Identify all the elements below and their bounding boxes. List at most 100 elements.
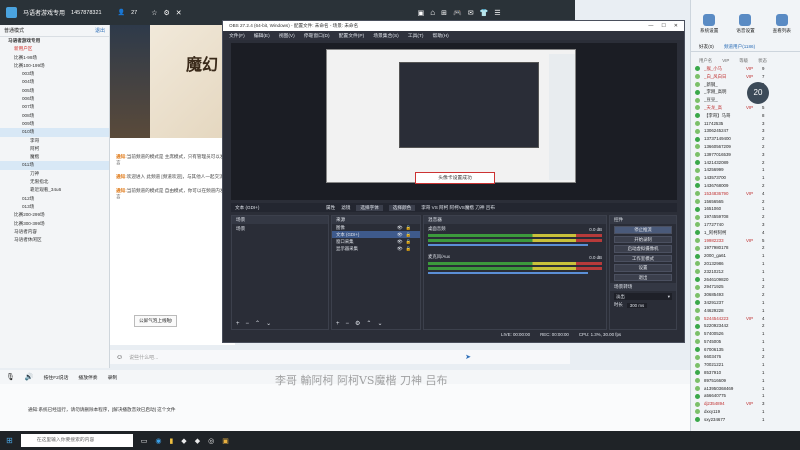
add-scene-icon[interactable]: + (236, 321, 240, 327)
panel-tab[interactable]: 频道用户(1186) (724, 44, 755, 50)
channel-item[interactable]: 李哥 (0, 137, 109, 145)
eye-icon[interactable]: 👁 (397, 246, 403, 252)
user-row[interactable]: 6603476 2 (691, 353, 800, 361)
obs-menu-item[interactable]: 文件(F) (229, 32, 245, 39)
channel-item[interactable]: 010场 (0, 128, 109, 137)
source-down-icon[interactable]: ⌄ (377, 320, 382, 327)
user-row[interactable]: 1534836790 VIP 4 (691, 190, 800, 198)
channel-item[interactable]: 阿柯 (0, 145, 109, 153)
user-row[interactable]: 1306245247 3 (691, 127, 800, 135)
user-row[interactable]: 11742535 3 (691, 120, 800, 128)
user-row[interactable]: 15656565 2 (691, 198, 800, 206)
channel-item[interactable]: 马语者内容 (0, 228, 109, 236)
star-icon[interactable]: ☆ (151, 9, 157, 17)
channel-item[interactable]: 比赛1-99场 (0, 54, 109, 62)
user-row[interactable]: _豆豆_4 (691, 96, 800, 104)
channel-item[interactable]: 003场 (0, 70, 109, 78)
window-menu-icon[interactable]: ☰ (494, 9, 500, 17)
obs-maximize-icon[interactable]: ☐ (661, 23, 665, 29)
user-row[interactable]: 13977016539 3 (691, 151, 800, 159)
user-row[interactable]: 1974559708 2 (691, 213, 800, 221)
user-row[interactable]: 8537910 1 (691, 369, 800, 377)
home-icon[interactable]: ⌂ (430, 8, 435, 17)
channel-item[interactable]: 新用户区 (0, 45, 109, 53)
channel-item[interactable]: 靠近观看_34u6 (0, 186, 109, 194)
shirt-icon[interactable]: 👕 (480, 9, 489, 17)
user-row[interactable]: a13950368469 1 (691, 385, 800, 393)
app2-icon[interactable]: ◆ (195, 437, 200, 445)
channel-item[interactable]: 006场 (0, 95, 109, 103)
transition-select[interactable]: 淡出 ▾ (614, 293, 672, 300)
media-icon[interactable]: ▣ (418, 9, 425, 17)
user-row[interactable]: a56640775 1 (691, 392, 800, 400)
user-row[interactable]: dxxy119 1 (691, 408, 800, 416)
user-row[interactable]: 143573700 1 (691, 174, 800, 182)
user-row[interactable]: 19982233 VIP 5 (691, 237, 800, 245)
obs-menu-item[interactable]: 视图(V) (279, 32, 295, 39)
source-item[interactable]: 图像 👁 🔒 (332, 224, 420, 231)
user-row[interactable]: 20132986 1 (691, 260, 800, 268)
mode-tab[interactable]: 普通模式 (4, 27, 24, 34)
send-icon[interactable]: ➤ (465, 353, 471, 361)
channel-item[interactable]: 比赛200-299场 (0, 211, 109, 219)
user-row[interactable]: 2000_ga61 1 (691, 252, 800, 260)
speaker-icon[interactable]: 🔊 (25, 373, 34, 381)
user-row[interactable]: 14256999 1 (691, 166, 800, 174)
channel-item[interactable]: 009场 (0, 120, 109, 128)
user-row[interactable]: 57400526 1 (691, 330, 800, 338)
user-row[interactable]: 13737149400 2 (691, 135, 800, 143)
channel-item[interactable]: 008场 (0, 112, 109, 120)
user-row[interactable]: 23210212 1 (691, 268, 800, 276)
windows-start-icon[interactable]: ⊞ (6, 436, 13, 445)
gamepad-icon[interactable]: 🎮 (453, 9, 462, 17)
obs-menu-item[interactable]: 工具(T) (408, 32, 424, 39)
channel-item[interactable]: 马语者游戏专用 (0, 37, 109, 45)
control-button[interactable]: 设置 (614, 264, 672, 272)
remove-scene-icon[interactable]: − (246, 321, 250, 327)
panel-button[interactable]: 语音设置 (736, 14, 755, 34)
volume-slider[interactable] (428, 244, 589, 246)
user-row[interactable]: 1_阿柯阿柯 4 (691, 229, 800, 237)
move-up-icon[interactable]: ⌃ (255, 320, 260, 327)
edge-icon[interactable]: ◉ (155, 437, 161, 445)
task-view-icon[interactable]: ▭ (141, 437, 148, 445)
user-row[interactable]: _猴_小马 VIP 9 (691, 65, 800, 73)
user-row[interactable]: _新钢_5 (691, 81, 800, 89)
exit-link[interactable]: 退出 (95, 27, 105, 34)
channel-item[interactable]: 比赛100-199场 (0, 62, 109, 70)
scene-item[interactable]: 场景 (232, 224, 328, 234)
source-item[interactable]: 文本 (GDI+) 👁 🔒 (332, 231, 420, 238)
obs-menu-item[interactable]: 帮助(H) (433, 32, 449, 39)
move-down-icon[interactable]: ⌄ (266, 320, 271, 327)
source-up-icon[interactable]: ⌃ (366, 320, 371, 327)
user-row[interactable]: 44629228 1 (691, 307, 800, 315)
lock-icon[interactable]: 🔒 (406, 225, 411, 231)
user-row[interactable]: sxy234677 1 (691, 416, 800, 424)
close-icon[interactable]: ✕ (176, 9, 182, 17)
source-settings-icon[interactable]: ⚙ (355, 320, 360, 327)
mail-icon[interactable]: ✉ (468, 9, 474, 17)
user-row[interactable]: 1421432089 2 (691, 159, 800, 167)
control-button[interactable]: 开始录制 (614, 235, 672, 243)
folder-icon[interactable]: ▮ (169, 437, 173, 445)
app3-icon[interactable]: ▣ (222, 437, 229, 445)
panel-tab[interactable]: 好友(0) (699, 44, 714, 50)
source-item[interactable]: 显示器采集 👁 🔒 (332, 245, 420, 252)
control-button[interactable]: 退出 (614, 273, 672, 281)
source-item[interactable]: 窗口采集 👁 🔒 (332, 238, 420, 245)
control-button[interactable]: 停止推流 (614, 226, 672, 234)
user-row[interactable]: 897516609 1 (691, 377, 800, 385)
channel-item[interactable]: 005场 (0, 87, 109, 95)
play-accompaniment-button[interactable]: 播放伴奏 (78, 374, 97, 381)
taskbar-search[interactable]: 在这里输入你要搜索的内容 (20, 434, 133, 447)
user-row[interactable]: 2646109820 1 (691, 276, 800, 284)
obs-menu-item[interactable]: 场景集合(S) (373, 32, 399, 39)
obs-menu-item[interactable]: 编辑(E) (254, 32, 270, 39)
eye-icon[interactable]: 👁 (397, 232, 403, 238)
channel-item[interactable]: 刀神 (0, 170, 109, 178)
channel-item[interactable]: 比赛300-399场 (0, 220, 109, 228)
grid-icon[interactable]: ⊞ (441, 9, 447, 17)
control-button[interactable]: 启动虚拟摄像机 (614, 245, 672, 253)
control-button[interactable]: 工作室模式 (614, 254, 672, 262)
app1-icon[interactable]: ◆ (181, 437, 186, 445)
